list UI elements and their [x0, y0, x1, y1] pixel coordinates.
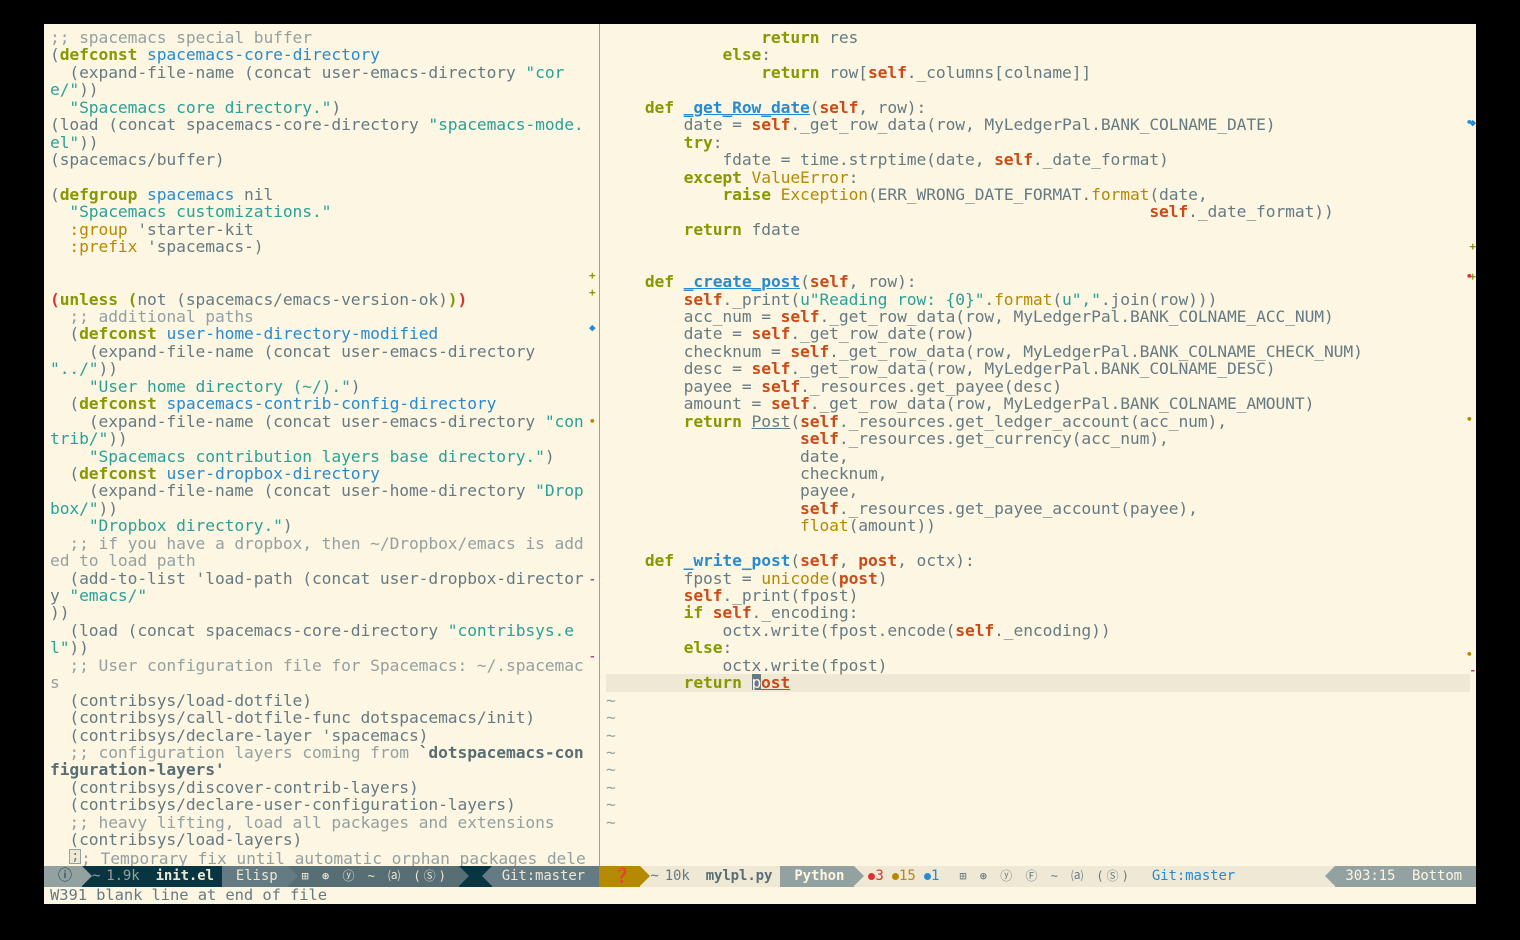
right-editor-pane[interactable]: return res else: return row[self._column… — [599, 24, 1476, 866]
left-gutter: ++◆•-- — [589, 24, 599, 866]
right-code-area[interactable]: return res else: return row[self._column… — [600, 24, 1476, 866]
modeline-major-mode: Python — [780, 866, 854, 887]
modeline-minor-modes: ⊞ ⊛ ⓨ ~ ⒜ (Ⓢ) — [288, 866, 459, 887]
modeline-cursor-position: 303:15 Bottom — [1335, 866, 1476, 887]
modeline-filename: mylpl.py — [700, 869, 781, 884]
left-modeline: ⓘ ~ 1.9k init.el Elisp ⊞ ⊛ ⓨ ~ ⒜ (Ⓢ) Git… — [44, 866, 599, 887]
echo-area: W391 blank line at end of file — [44, 887, 1476, 904]
modeline-state-icon: ⓘ — [44, 866, 82, 887]
left-code-area[interactable]: ;; spacemacs special buffer (defconst sp… — [44, 24, 599, 866]
modeline-flycheck: 3 15 1 — [854, 866, 949, 887]
modeline-major-mode: Elisp — [222, 866, 288, 887]
modeline-state-icon: ❓ — [599, 866, 640, 887]
right-gutter: •◆++•••- — [1466, 24, 1476, 866]
modeline-filename: init.el — [150, 869, 222, 884]
left-editor-pane[interactable]: ;; spacemacs special buffer (defconst sp… — [44, 24, 599, 866]
right-modeline: ❓ ~ 10k mylpl.py Python 3 15 1 ⊞ ⊛ ⓨ Ⓕ ~… — [599, 866, 1476, 887]
modeline-minor-modes: ⊞ ⊛ ⓨ Ⓕ ~ ⒜ (Ⓢ) — [949, 866, 1141, 887]
modeline-size: ~ 1.9k — [82, 866, 150, 887]
modeline-vcs: Git:master — [492, 866, 599, 887]
modeline-bar: ⓘ ~ 1.9k init.el Elisp ⊞ ⊛ ⓨ ~ ⒜ (Ⓢ) Git… — [44, 866, 1476, 887]
modeline-vcs: Git:master — [1142, 866, 1245, 887]
